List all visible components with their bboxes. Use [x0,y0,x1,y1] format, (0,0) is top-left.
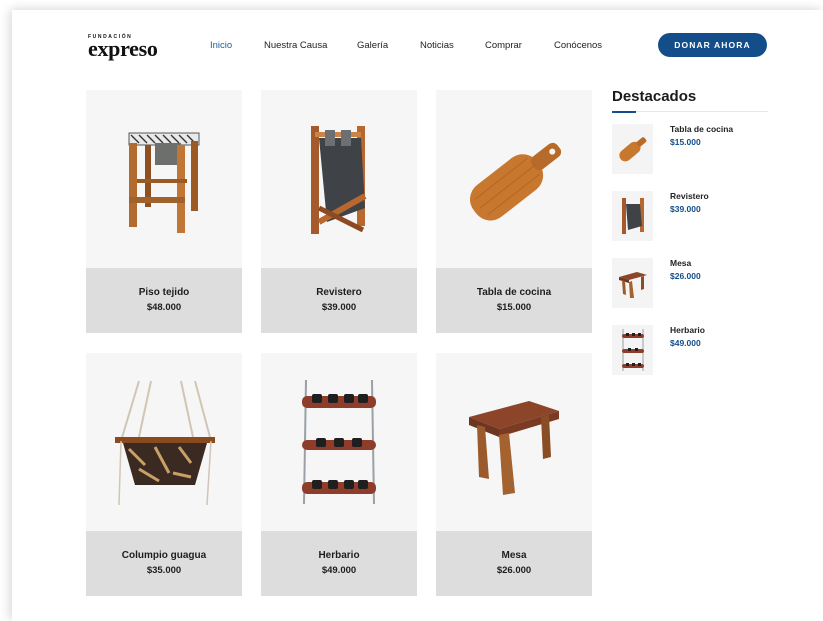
featured-item-tabla-de-cocina[interactable]: Tabla de cocina $15.000 [612,124,768,174]
product-name[interactable]: Columpio guagua [86,550,242,561]
product-image [261,90,417,268]
product-card-mesa[interactable]: Mesa $26.000 [436,353,592,596]
featured-thumb [612,258,653,308]
featured-item-mesa[interactable]: Mesa $26.000 [612,258,768,308]
nav-conocenos[interactable]: Conócenos [554,40,602,51]
product-name[interactable]: Mesa [436,550,592,561]
featured-price: $39.000 [670,204,701,214]
site-logo[interactable]: FUNDACIÓN expreso [88,34,158,61]
featured-price: $26.000 [670,271,701,281]
baby-swing-icon [115,380,215,506]
nav-nuestra-causa[interactable]: Nuestra Causa [264,40,327,51]
wood-table-icon [618,272,647,298]
magazine-rack-icon [311,126,367,234]
nav-galeria[interactable]: Galería [357,40,388,51]
product-info: Columpio guagua $35.000 [86,531,242,596]
product-name[interactable]: Herbario [261,550,417,561]
product-image [436,353,592,531]
featured-item-herbario[interactable]: Herbario $49.000 [612,325,768,375]
nav-inicio[interactable]: Inicio [210,40,232,51]
product-info: Herbario $49.000 [261,531,417,596]
logo-wordmark: expreso [88,36,158,61]
featured-item-revistero[interactable]: Revistero $39.000 [612,191,768,241]
product-card-piso-tejido[interactable]: Piso tejido $48.000 [86,90,242,333]
product-name[interactable]: Tabla de cocina [436,287,592,298]
cutting-board-icon [618,137,646,162]
featured-name[interactable]: Herbario [670,325,705,335]
product-card-herbario[interactable]: Herbario $49.000 [261,353,417,596]
featured-thumb [612,191,653,241]
donate-button[interactable]: DONAR AHORA [658,33,767,57]
product-info: Mesa $26.000 [436,531,592,596]
woven-stool-icon [128,132,200,233]
product-price: $49.000 [321,565,357,576]
nav-noticias[interactable]: Noticias [420,40,454,51]
magazine-rack-icon [621,198,644,234]
product-price: $26.000 [496,565,532,576]
product-info: Tabla de cocina $15.000 [436,268,592,333]
product-image [86,353,242,531]
product-image [261,353,417,531]
product-name[interactable]: Revistero [261,287,417,298]
product-price: $48.000 [146,302,182,313]
featured-name[interactable]: Revistero [670,191,709,201]
cutting-board-icon [469,142,562,221]
hanging-planter-icon [621,329,644,371]
product-info: Revistero $39.000 [261,268,417,333]
product-info: Piso tejido $48.000 [86,268,242,333]
sidebar-divider [612,110,768,113]
sidebar-title: Destacados [612,88,697,105]
hanging-planter-icon [302,379,376,505]
featured-thumb [612,325,653,375]
product-card-revistero[interactable]: Revistero $39.000 [261,90,417,333]
product-price: $39.000 [321,302,357,313]
featured-sidebar: Destacados Tabla de cocina $15.000 Revis… [612,88,768,375]
wood-table-icon [469,401,559,495]
product-image [436,90,592,268]
featured-name[interactable]: Tabla de cocina [670,124,733,134]
product-image [86,90,242,268]
product-price: $15.000 [496,302,532,313]
product-card-tabla-de-cocina[interactable]: Tabla de cocina $15.000 [436,90,592,333]
nav-comprar[interactable]: Comprar [485,40,522,51]
product-price: $35.000 [146,565,182,576]
featured-thumb [612,124,653,174]
product-card-columpio-guagua[interactable]: Columpio guagua $35.000 [86,353,242,596]
product-name[interactable]: Piso tejido [86,287,242,298]
featured-name[interactable]: Mesa [670,258,691,268]
featured-price: $15.000 [670,137,701,147]
featured-price: $49.000 [670,338,701,348]
